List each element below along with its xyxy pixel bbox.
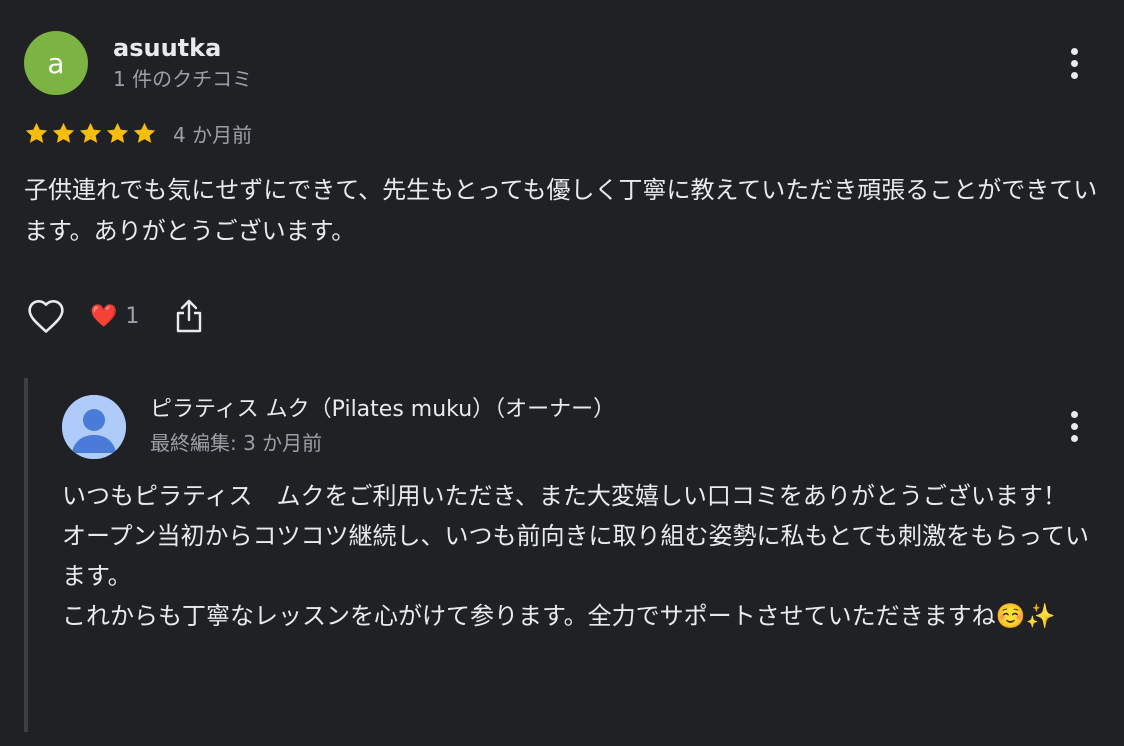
owner-reply: ピラティス ムク（Pilates muku）（オーナー） 最終編集: 3 か月前… xyxy=(24,378,1124,732)
review-time: 4 か月前 xyxy=(173,122,253,147)
share-icon xyxy=(177,299,202,333)
reaction-summary[interactable]: ❤️ 1 xyxy=(90,304,139,329)
review-more-options-button[interactable] xyxy=(1064,43,1084,83)
reviewer-name[interactable]: asuutka xyxy=(113,33,221,63)
heart-outline-icon xyxy=(28,299,64,333)
reviewer-review-count[interactable]: 1 件のクチコミ xyxy=(113,66,252,92)
reaction-count: 1 xyxy=(125,303,140,329)
avatar-letter: a xyxy=(47,46,65,80)
reply-paragraph: いつもピラティス ムクをご利用いただき、また大変嬉しい口コミをありがとうございま… xyxy=(62,482,1067,510)
star-rating xyxy=(24,121,157,146)
default-person-avatar-icon xyxy=(62,395,126,459)
owner-avatar xyxy=(62,395,126,459)
review-actions: ❤️ 1 xyxy=(24,292,209,340)
review-text: 子供連れでも気にせずにできて、先生もとっても優しく丁寧に教えていただき頑張ること… xyxy=(24,176,1098,245)
star-icon xyxy=(106,122,129,143)
star-icon xyxy=(133,122,156,143)
star-icon xyxy=(25,122,48,143)
owner-edited-time: 最終編集: 3 か月前 xyxy=(150,431,323,455)
share-button[interactable] xyxy=(169,294,209,338)
owner-name: ピラティス ムク（Pilates muku）（オーナー） xyxy=(150,397,616,422)
more-vertical-icon xyxy=(1070,47,1078,55)
star-icon xyxy=(79,122,102,143)
reviewer-avatar[interactable]: a xyxy=(24,31,88,95)
reply-paragraph: オープン当初からコツコツ継続し、いつも前向きに取り組む姿勢に私もとても刺激をもら… xyxy=(62,522,1089,590)
reply-more-options-button[interactable] xyxy=(1064,406,1084,446)
reply-paragraph: これからも丁寧なレッスンを心がけて参ります。全力でサポートさせていただきますね☺… xyxy=(62,602,1056,630)
star-icon xyxy=(52,122,75,143)
owner-reply-text: いつもピラティス ムクをご利用いただき、また大変嬉しい口コミをありがとうございま… xyxy=(62,476,1102,636)
rating-row: 4 か月前 xyxy=(24,119,252,147)
like-button[interactable] xyxy=(24,294,68,338)
more-vertical-icon xyxy=(1070,410,1078,418)
red-heart-emoji: ❤️ xyxy=(90,303,118,329)
review-card: a asuutka 1 件のクチコミ 4 か月前 子供連れでも気にせずにできて、… xyxy=(0,0,1124,746)
